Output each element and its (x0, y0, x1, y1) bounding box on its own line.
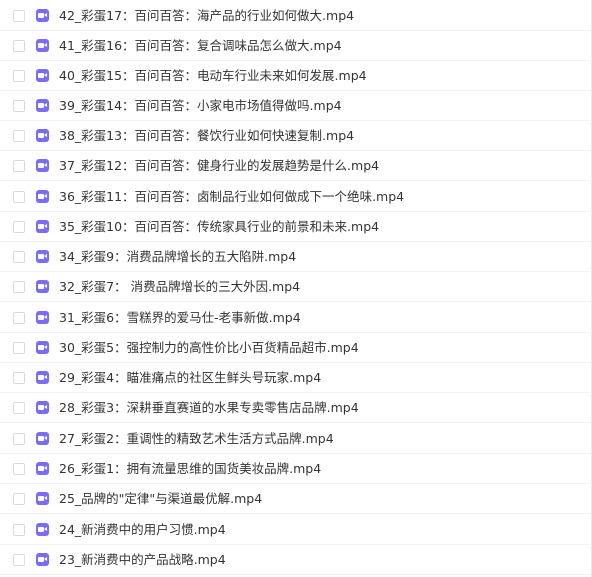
file-name[interactable]: 40_彩蛋15：百问百答：电动车行业未来如何发展.mp4 (59, 68, 367, 84)
file-row[interactable]: 26_彩蛋1：拥有流量思维的国货美妆品牌.mp4 (0, 454, 591, 484)
video-file-icon (36, 432, 49, 445)
file-name[interactable]: 34_彩蛋9：消费品牌增长的五大陷阱.mp4 (59, 249, 296, 265)
file-name[interactable]: 30_彩蛋5：强控制力的高性价比小百货精品超市.mp4 (59, 340, 359, 356)
file-row[interactable]: 32_彩蛋7： 消费品牌增长的三大外因.mp4 (0, 272, 591, 302)
file-list: 42_彩蛋17：百问百答：海产品的行业如何做大.mp4 41_彩蛋16：百问百答… (0, 0, 592, 577)
video-file-icon (36, 401, 49, 414)
row-checkbox[interactable] (13, 190, 25, 203)
file-row[interactable]: 31_彩蛋6：雪糕界的爱马仕-老事新做.mp4 (0, 303, 591, 333)
file-name[interactable]: 41_彩蛋16：百问百答：复合调味品怎么做大.mp4 (59, 38, 342, 54)
file-row[interactable]: 35_彩蛋10：百问百答：传统家具行业的前景和未来.mp4 (0, 212, 591, 242)
file-name[interactable]: 32_彩蛋7： 消费品牌增长的三大外因.mp4 (59, 279, 300, 295)
file-name[interactable]: 25_品牌的"定律"与渠道最优解.mp4 (59, 491, 262, 507)
video-file-icon (36, 190, 49, 203)
video-file-icon (36, 371, 49, 384)
row-checkbox[interactable] (13, 553, 25, 566)
file-row[interactable]: 39_彩蛋14：百问百答：小家电市场值得做吗.mp4 (0, 91, 591, 121)
row-checkbox[interactable] (13, 129, 25, 142)
row-checkbox[interactable] (13, 280, 25, 293)
row-checkbox[interactable] (13, 432, 25, 445)
file-row[interactable]: 29_彩蛋4：瞄准痛点的社区生鲜头号玩家.mp4 (0, 363, 591, 393)
file-row[interactable]: 38_彩蛋13：百问百答：餐饮行业如何快速复制.mp4 (0, 121, 591, 151)
video-file-icon (36, 39, 49, 52)
video-file-icon (36, 280, 49, 293)
file-row[interactable]: 36_彩蛋11：百问百答：卤制品行业如何做成下一个绝味.mp4 (0, 182, 591, 212)
row-checkbox[interactable] (13, 523, 25, 536)
file-row[interactable]: 23_新消费中的产品战略.mp4 (0, 545, 591, 575)
video-file-icon (36, 523, 49, 536)
video-file-icon (36, 462, 49, 475)
row-checkbox[interactable] (13, 311, 25, 324)
file-name[interactable]: 35_彩蛋10：百问百答：传统家具行业的前景和未来.mp4 (59, 219, 379, 235)
row-checkbox[interactable] (13, 401, 25, 414)
row-checkbox[interactable] (13, 250, 25, 263)
file-name[interactable]: 42_彩蛋17：百问百答：海产品的行业如何做大.mp4 (59, 8, 354, 24)
row-checkbox[interactable] (13, 492, 25, 505)
video-file-icon (36, 220, 49, 233)
row-checkbox[interactable] (13, 9, 25, 22)
row-checkbox[interactable] (13, 39, 25, 52)
file-row[interactable]: 24_新消费中的用户习惯.mp4 (0, 515, 591, 545)
file-row[interactable]: 30_彩蛋5：强控制力的高性价比小百货精品超市.mp4 (0, 333, 591, 363)
file-row[interactable]: 37_彩蛋12：百问百答：健身行业的发展趋势是什么.mp4 (0, 151, 591, 181)
file-name[interactable]: 38_彩蛋13：百问百答：餐饮行业如何快速复制.mp4 (59, 128, 354, 144)
row-checkbox[interactable] (13, 159, 25, 172)
file-name[interactable]: 23_新消费中的产品战略.mp4 (59, 552, 226, 568)
file-row[interactable]: 28_彩蛋3：深耕垂直赛道的水果专卖零售店品牌.mp4 (0, 393, 591, 423)
file-name[interactable]: 24_新消费中的用户习惯.mp4 (59, 522, 226, 538)
video-file-icon (36, 341, 49, 354)
row-checkbox[interactable] (13, 462, 25, 475)
row-checkbox[interactable] (13, 371, 25, 384)
video-file-icon (36, 553, 49, 566)
row-checkbox[interactable] (13, 69, 25, 82)
file-row[interactable]: 40_彩蛋15：百问百答：电动车行业未来如何发展.mp4 (0, 61, 591, 91)
file-name[interactable]: 29_彩蛋4：瞄准痛点的社区生鲜头号玩家.mp4 (59, 370, 321, 386)
video-file-icon (36, 129, 49, 142)
file-row[interactable]: 41_彩蛋16：百问百答：复合调味品怎么做大.mp4 (0, 31, 591, 61)
video-file-icon (36, 250, 49, 263)
video-file-icon (36, 99, 49, 112)
row-checkbox[interactable] (13, 220, 25, 233)
file-name[interactable]: 36_彩蛋11：百问百答：卤制品行业如何做成下一个绝味.mp4 (59, 189, 404, 205)
file-name[interactable]: 31_彩蛋6：雪糕界的爱马仕-老事新做.mp4 (59, 310, 301, 326)
video-file-icon (36, 492, 49, 505)
video-file-icon (36, 311, 49, 324)
row-checkbox[interactable] (13, 99, 25, 112)
file-name[interactable]: 28_彩蛋3：深耕垂直赛道的水果专卖零售店品牌.mp4 (59, 400, 359, 416)
file-name[interactable]: 37_彩蛋12：百问百答：健身行业的发展趋势是什么.mp4 (59, 158, 379, 174)
row-checkbox[interactable] (13, 341, 25, 354)
file-row[interactable]: 42_彩蛋17：百问百答：海产品的行业如何做大.mp4 (0, 1, 591, 31)
file-row[interactable]: 34_彩蛋9：消费品牌增长的五大陷阱.mp4 (0, 242, 591, 272)
file-row[interactable]: 25_品牌的"定律"与渠道最优解.mp4 (0, 484, 591, 514)
file-name[interactable]: 26_彩蛋1：拥有流量思维的国货美妆品牌.mp4 (59, 461, 321, 477)
video-file-icon (36, 159, 49, 172)
file-name[interactable]: 39_彩蛋14：百问百答：小家电市场值得做吗.mp4 (59, 98, 342, 114)
video-file-icon (36, 9, 49, 22)
file-row[interactable]: 27_彩蛋2：重调性的精致艺术生活方式品牌.mp4 (0, 424, 591, 454)
video-file-icon (36, 69, 49, 82)
file-name[interactable]: 27_彩蛋2：重调性的精致艺术生活方式品牌.mp4 (59, 431, 334, 447)
